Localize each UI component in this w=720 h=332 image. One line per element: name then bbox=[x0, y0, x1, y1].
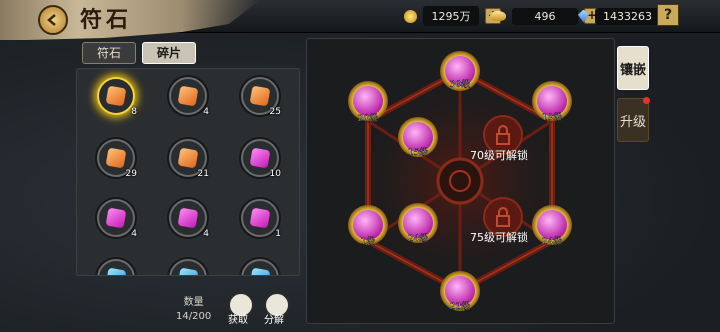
tab-fragments[interactable]: 碎片 bbox=[142, 42, 196, 64]
notification-dot bbox=[643, 97, 650, 104]
purple-fragment-icon bbox=[177, 207, 199, 229]
upgrade-label: 升级 bbox=[619, 114, 646, 130]
rune-level-label: 22级 bbox=[450, 300, 470, 312]
back-button[interactable] bbox=[38, 5, 68, 35]
fragment-slot[interactable]: 10 bbox=[241, 139, 281, 179]
quantity-label: 数量 bbox=[183, 297, 204, 308]
rune-level-label: 24级 bbox=[542, 235, 562, 247]
orange-fragment-icon bbox=[105, 147, 127, 169]
fragment-count: 21 bbox=[197, 169, 209, 179]
fragment-grid: 8 4 25 29 21 10 4 4 1 bbox=[76, 68, 300, 276]
blue-fragment-icon bbox=[177, 267, 199, 275]
rune-level-label: 30级 bbox=[450, 78, 470, 90]
rune-level-label: 24级 bbox=[408, 232, 428, 244]
ingot-value: 496 bbox=[512, 7, 578, 25]
fragment-count: 25 bbox=[269, 107, 281, 117]
tab-bar: 符石 碎片 bbox=[82, 42, 196, 64]
feather-icon bbox=[537, 86, 567, 116]
fragment-count: 4 bbox=[203, 229, 209, 239]
fragment-count: 4 bbox=[131, 229, 137, 239]
fragment-count: 10 bbox=[269, 169, 281, 179]
fragment-slot[interactable]: 4 bbox=[169, 199, 209, 239]
decompose-label: 分解 bbox=[264, 315, 284, 326]
gem-value: 1433263 bbox=[595, 7, 660, 25]
quantity-display: 数量 14/200 bbox=[176, 296, 211, 324]
fragment-slot[interactable]: 1 bbox=[241, 199, 281, 239]
rune-level-label: 1级 bbox=[361, 235, 376, 247]
fragment-slot[interactable]: 4 bbox=[97, 199, 137, 239]
fragment-slot[interactable]: 29 bbox=[97, 139, 137, 179]
fragment-slot[interactable] bbox=[169, 259, 207, 275]
snowflake-icon bbox=[537, 210, 567, 240]
fragment-count: 4 bbox=[203, 107, 209, 117]
rune-board-diagram: 30级 19级 24级 22级 1级 20级 15级 24级 70级可解锁 75级可解锁 bbox=[340, 51, 580, 312]
orange-fragment-icon bbox=[177, 85, 199, 107]
blue-fragment-icon bbox=[249, 267, 271, 275]
rune-slot[interactable]: 30级 bbox=[440, 51, 480, 91]
blue-fragment-icon bbox=[105, 267, 127, 275]
fragment-slot[interactable]: 25 bbox=[241, 77, 281, 117]
gold-value: 1295万 bbox=[423, 6, 479, 26]
quantity-value: 14/200 bbox=[176, 311, 212, 322]
help-button[interactable]: ? bbox=[657, 4, 679, 26]
rune-slot[interactable]: 22级 bbox=[440, 271, 480, 312]
obtain-label: 获取 bbox=[228, 315, 248, 326]
orange-fragment-icon bbox=[177, 147, 199, 169]
fragment-slot[interactable]: 4 bbox=[169, 77, 209, 117]
ingot-icon bbox=[490, 11, 506, 21]
fragment-count: 1 bbox=[275, 229, 281, 239]
fragment-slot[interactable]: 8 bbox=[97, 77, 137, 117]
orange-fragment-icon bbox=[105, 85, 127, 107]
gold-coin-icon bbox=[404, 9, 417, 23]
fragment-count: 8 bbox=[131, 107, 137, 117]
rune-level-label: 19级 bbox=[542, 111, 562, 123]
gem-counter: 1433263 bbox=[578, 6, 660, 26]
upgrade-tab-button[interactable]: 升级 bbox=[617, 97, 650, 142]
fragment-slot[interactable] bbox=[97, 259, 135, 275]
rune-level-label: 15级 bbox=[408, 146, 428, 158]
fragment-slot[interactable] bbox=[241, 259, 279, 275]
purple-fragment-icon bbox=[105, 207, 127, 229]
rune-board: 30级 19级 24级 22级 1级 20级 15级 24级 70级可解锁 75级可解锁 bbox=[306, 38, 615, 324]
gem-icon bbox=[578, 9, 589, 23]
purple-fragment-icon bbox=[249, 207, 271, 229]
back-arrow-icon bbox=[47, 14, 56, 26]
fragment-count: 29 bbox=[125, 169, 137, 179]
unlock-requirement-label: 75级可解锁 bbox=[470, 230, 528, 244]
purple-fragment-icon bbox=[249, 147, 271, 169]
orange-fragment-icon bbox=[249, 85, 271, 107]
gold-counter: 1295万 + bbox=[404, 6, 501, 26]
fragment-slot[interactable]: 21 bbox=[169, 139, 209, 179]
tab-runestone[interactable]: 符石 bbox=[82, 42, 136, 64]
unlock-requirement-label: 70级可解锁 bbox=[470, 148, 528, 162]
inlay-tab-button[interactable]: 镶嵌 bbox=[617, 46, 649, 90]
lightning-icon bbox=[353, 86, 383, 116]
rune-level-label: 20级 bbox=[358, 112, 378, 124]
flame-icon bbox=[353, 210, 383, 240]
page-title: 符石 bbox=[80, 7, 133, 33]
